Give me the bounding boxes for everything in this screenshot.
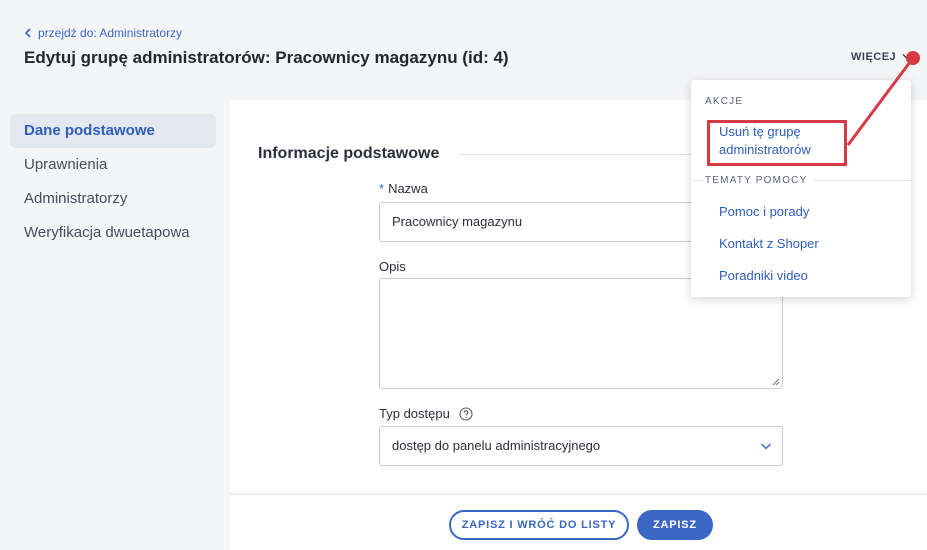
breadcrumb-label: przejdź do: Administratorzy	[38, 26, 183, 40]
required-marker: *	[379, 181, 385, 196]
form-footer: ZAPISZ I WRÓĆ DO LISTY ZAPISZ	[230, 494, 927, 550]
sidebar-item-permissions[interactable]: Uprawnienia	[10, 148, 216, 182]
page-title: Edytuj grupę administratorów: Pracownicy…	[24, 48, 509, 67]
page: przejdź do: Administratorzy Edytuj grupę…	[0, 0, 927, 550]
save-button[interactable]: ZAPISZ	[637, 510, 713, 540]
more-dropdown-menu: AKCJE Usuń tę grupę administratorów TEMA…	[691, 80, 911, 297]
chevron-left-icon	[24, 28, 31, 38]
access-type-value: dostęp do panelu administracyjnego	[392, 438, 601, 453]
actions-heading: AKCJE	[705, 96, 744, 107]
sidebar-item-two-step-verification[interactable]: Weryfikacja dwuetapowa	[10, 216, 216, 250]
breadcrumb-link[interactable]: przejdź do: Administratorzy	[24, 26, 182, 40]
more-button[interactable]: WIĘCEJ	[851, 51, 913, 63]
help-item-video-guides[interactable]: Poradniki video	[719, 267, 808, 285]
help-icon[interactable]	[459, 407, 474, 421]
access-type-label: Typ dostępu	[379, 406, 474, 421]
access-type-label-text: Typ dostępu	[379, 406, 450, 421]
chevron-down-icon	[902, 54, 913, 60]
help-item-contact[interactable]: Kontakt z Shoper	[719, 235, 819, 253]
name-label-text: Nazwa	[388, 181, 428, 196]
name-field-label: * Nazwa	[379, 181, 428, 196]
sidebar-item-basic-data[interactable]: Dane podstawowe	[10, 114, 216, 148]
section-title: Informacje podstawowe	[258, 145, 440, 162]
sidebar: Dane podstawowe Uprawnienia Administrato…	[10, 114, 216, 250]
sidebar-item-administrators[interactable]: Administratorzy	[10, 182, 216, 216]
save-and-return-button[interactable]: ZAPISZ I WRÓĆ DO LISTY	[449, 510, 629, 540]
description-label: Opis	[379, 259, 406, 274]
more-button-label: WIĘCEJ	[851, 51, 897, 63]
help-item-tips[interactable]: Pomoc i porady	[719, 203, 809, 221]
help-topics-heading: TEMATY POMOCY	[705, 175, 814, 186]
resize-grip-icon[interactable]	[772, 378, 780, 386]
access-type-select[interactable]: dostęp do panelu administracyjnego	[379, 426, 783, 466]
chevron-down-icon	[761, 443, 771, 450]
annotation-highlight-box	[707, 120, 847, 166]
